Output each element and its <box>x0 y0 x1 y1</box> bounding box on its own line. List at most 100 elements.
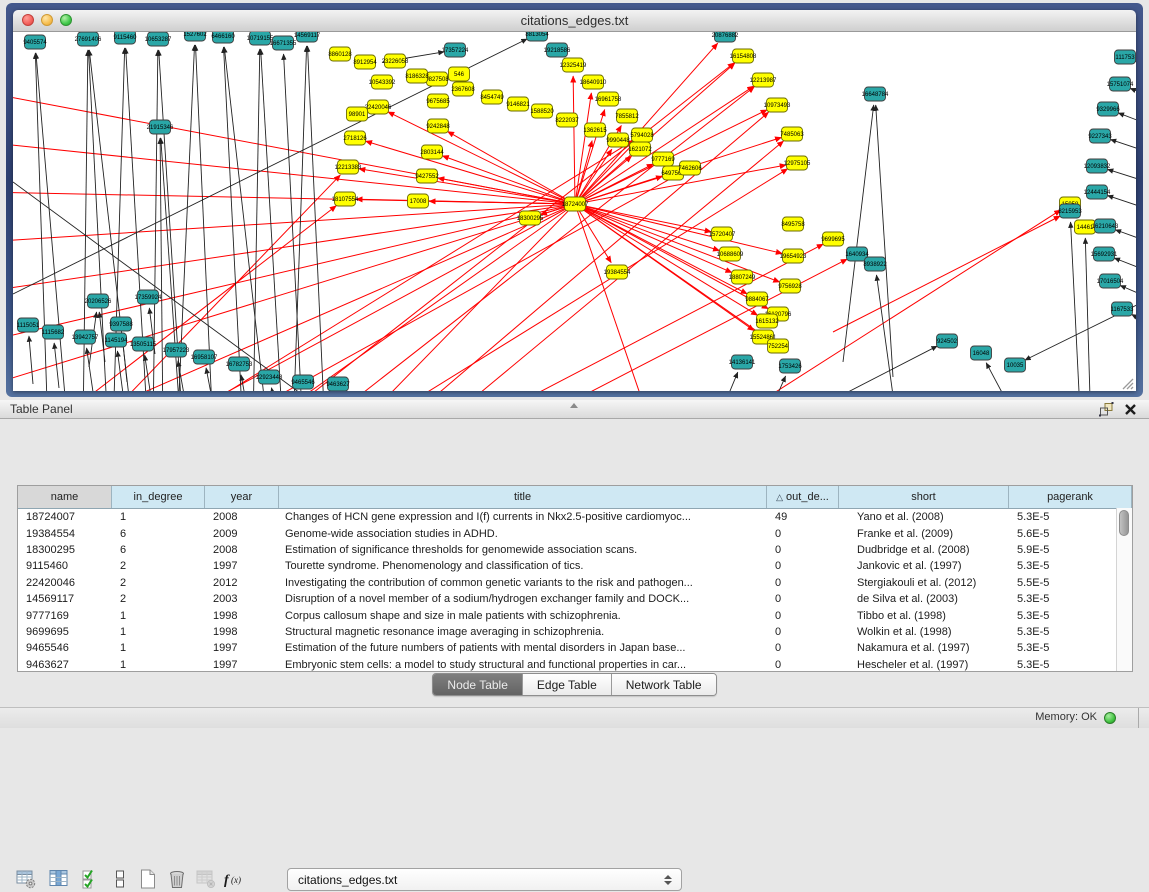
graph-node-label: 8186328 <box>405 74 429 80</box>
rows-icon[interactable] <box>107 866 133 892</box>
table-cell: 2 <box>112 560 205 572</box>
tab-network-table[interactable]: Network Table <box>612 674 716 695</box>
table-cell: Tourette syndrome. Phenomenology and cla… <box>279 560 767 572</box>
graph-node-label: 8813054 <box>525 32 549 38</box>
table-cell: Hescheler et al. (1997) <box>839 659 1009 671</box>
tab-node-table[interactable]: Node Table <box>433 674 523 695</box>
table-cell: Estimation of significance thresholds fo… <box>279 544 767 556</box>
table-cell: Tibbo et al. (1998) <box>839 610 1009 622</box>
splitter-handle-icon[interactable] <box>570 403 578 408</box>
column-header-year[interactable]: year <box>205 486 279 508</box>
graph-node-label: 8912954 <box>353 60 377 66</box>
resize-grip-icon[interactable] <box>1120 376 1134 390</box>
network-canvas[interactable]: 1872400712325419186409101696175878558121… <box>13 32 1136 391</box>
graph-node-label: 6466160 <box>211 34 235 40</box>
graph-edge <box>293 46 307 391</box>
function-icon[interactable]: f (x) <box>222 866 248 892</box>
table-row[interactable]: 911546021997Tourette syndrome. Phenomeno… <box>18 558 1132 574</box>
window-titlebar[interactable]: citations_edges.txt <box>13 10 1136 32</box>
close-button[interactable] <box>22 14 34 26</box>
graph-node-label: 12923448 <box>256 375 283 381</box>
table-cell: 1 <box>112 511 205 523</box>
sort-ascending-icon: △ <box>776 492 783 503</box>
column-header-name[interactable]: name <box>18 486 112 508</box>
table-cell: Estimation of the future numbers of pati… <box>279 642 767 654</box>
table-row[interactable]: 969969511998Structural magnetic resonanc… <box>18 624 1132 640</box>
scrollbar-thumb[interactable] <box>1119 510 1129 536</box>
table-row[interactable]: 1830029562008Estimation of significance … <box>18 542 1132 558</box>
import-table-icon[interactable] <box>193 866 219 892</box>
traffic-lights <box>22 14 72 26</box>
graph-node-label: 21915346 <box>147 125 174 131</box>
graph-edge <box>1107 195 1136 214</box>
graph-edge <box>388 112 575 204</box>
table-panel-header[interactable]: Table Panel <box>0 400 1149 419</box>
table-cell: 1 <box>112 659 205 671</box>
graph-edge <box>1107 169 1136 187</box>
graph-node-label: 12444154 <box>1084 190 1111 196</box>
table-row[interactable]: 977716911998Corpus callosum shape and si… <box>18 607 1132 623</box>
table-cell: 0 <box>767 642 839 654</box>
panel-title: Table Panel <box>0 402 73 416</box>
graph-edge <box>761 376 786 391</box>
select-all-icon[interactable] <box>78 866 104 892</box>
node-table: namein_degreeyeartitle△out_de...shortpag… <box>17 485 1133 672</box>
graph-node-label: 1621072 <box>628 147 652 153</box>
table-row[interactable]: 1872400712008Changes of HCN gene express… <box>18 509 1132 525</box>
column-chooser-icon[interactable] <box>46 866 72 892</box>
graph-node-label: 9405574 <box>23 40 47 46</box>
table-selector-value: citations_edges.txt <box>288 873 659 887</box>
graph-node-label: 15720407 <box>709 232 736 238</box>
graph-edge <box>575 93 591 204</box>
table-body: 1872400712008Changes of HCN gene express… <box>18 509 1132 672</box>
graph-node-label: 9463627 <box>326 382 350 388</box>
graph-edge <box>213 173 680 391</box>
graph-node-label: 10543392 <box>369 80 396 86</box>
graph-node-label: 10973493 <box>764 103 791 109</box>
graph-node-label: 546 <box>454 72 465 78</box>
graph-edge <box>575 204 732 273</box>
minimize-button[interactable] <box>41 14 53 26</box>
table-row[interactable]: 946362711997Embryonic stem cells: a mode… <box>18 657 1132 672</box>
table-row[interactable]: 1938455462009Genome-wide association stu… <box>18 525 1132 541</box>
graph-node-label: 17357224 <box>442 48 469 54</box>
graph-node-label: 111753 <box>1115 55 1135 61</box>
zoom-button[interactable] <box>60 14 72 26</box>
graph-node-label: 1145194 <box>105 338 129 344</box>
graph-node-label: 9329966 <box>1096 107 1120 113</box>
graph-node-label: 9465546 <box>291 380 315 386</box>
graph-node-label: 9397588 <box>109 322 133 328</box>
column-header-in_degree[interactable]: in_degree <box>112 486 205 508</box>
tab-edge-table[interactable]: Edge Table <box>523 674 612 695</box>
network-window: citations_edges.txt 18724007123254191864… <box>13 10 1136 391</box>
memory-indicator[interactable] <box>1104 712 1116 724</box>
new-document-icon[interactable] <box>135 866 161 892</box>
column-header-short[interactable]: short <box>839 486 1009 508</box>
graph-node-label: 9990448 <box>606 138 630 144</box>
graph-node-label: 20876882 <box>712 33 739 39</box>
table-cell: 2 <box>112 577 205 589</box>
graph-edge <box>1132 314 1136 332</box>
table-cell: 1998 <box>205 626 279 638</box>
column-header-pagerank[interactable]: pagerank <box>1009 486 1132 508</box>
float-panel-icon[interactable] <box>1099 402 1114 417</box>
table-cell: 0 <box>767 593 839 605</box>
delete-icon[interactable] <box>164 866 190 892</box>
vertical-scrollbar[interactable] <box>1116 508 1132 671</box>
graph-edge <box>573 76 575 204</box>
column-header-title[interactable]: title <box>279 486 767 508</box>
table-row[interactable]: 946554611997Estimation of the future num… <box>18 640 1132 656</box>
table-selector[interactable]: citations_edges.txt <box>287 868 682 891</box>
graph-edge <box>1120 285 1136 304</box>
table-cell: 0 <box>767 659 839 671</box>
graph-node-label: 16958107 <box>191 355 218 361</box>
table-cell: Structural magnetic resonance image aver… <box>279 626 767 638</box>
graph-node-label: 14569117 <box>294 33 321 39</box>
table-row[interactable]: 2242004622012Investigating the contribut… <box>18 575 1132 591</box>
table-settings-icon[interactable] <box>13 866 39 892</box>
table-cell: Stergiakouli et al. (2012) <box>839 577 1009 589</box>
table-cell: Dudbridge et al. (2008) <box>839 544 1009 556</box>
close-panel-icon[interactable] <box>1124 403 1137 416</box>
table-row[interactable]: 1456911722003Disruption of a novel membe… <box>18 591 1132 607</box>
column-header-out_de[interactable]: △out_de... <box>767 486 839 508</box>
